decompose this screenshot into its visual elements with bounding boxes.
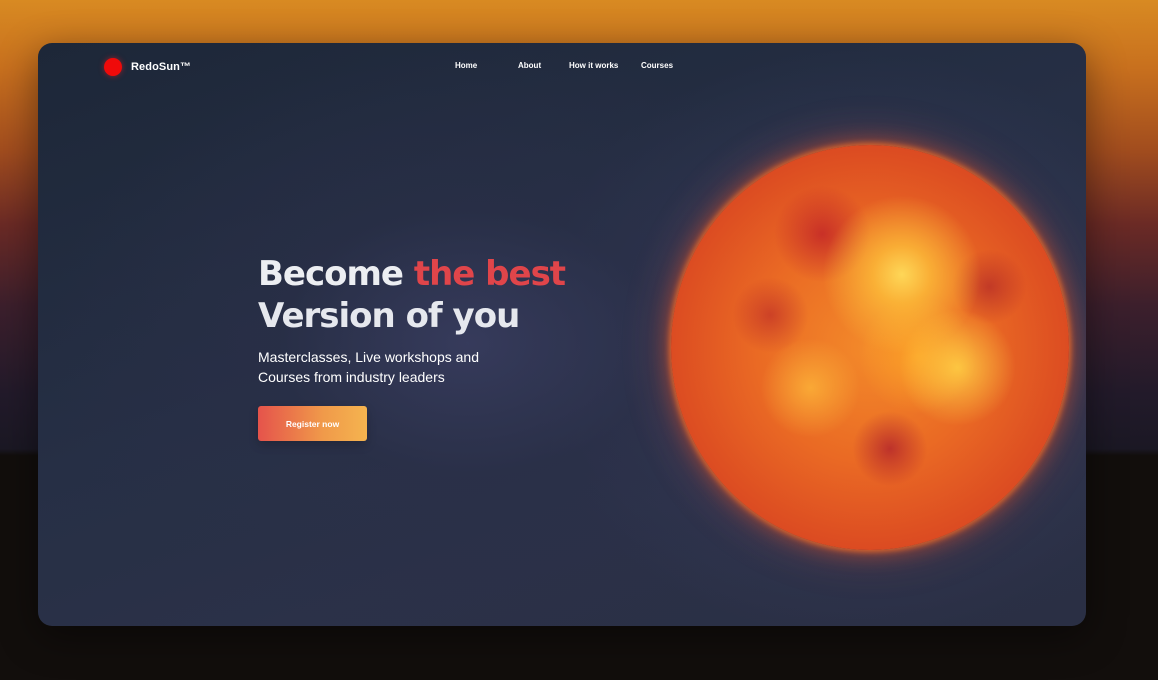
landing-page-window: RedoSun™ Home About How it works Courses… (38, 43, 1086, 626)
hero-subtitle: Masterclasses, Live workshops and Course… (258, 349, 479, 385)
nav-item-how-it-works[interactable]: How it works (569, 61, 618, 70)
sun-illustration-icon (671, 145, 1069, 550)
nav-item-home[interactable]: Home (455, 61, 477, 70)
headline-lead: Become (258, 254, 414, 294)
headline-line-two: Version of you (258, 296, 520, 336)
nav-item-about[interactable]: About (518, 61, 541, 70)
headline-accent: the best (413, 254, 566, 294)
main-nav: Home About How it works Courses (38, 61, 1086, 75)
nav-item-courses[interactable]: Courses (641, 61, 673, 70)
register-now-button[interactable]: Register now (258, 406, 367, 441)
